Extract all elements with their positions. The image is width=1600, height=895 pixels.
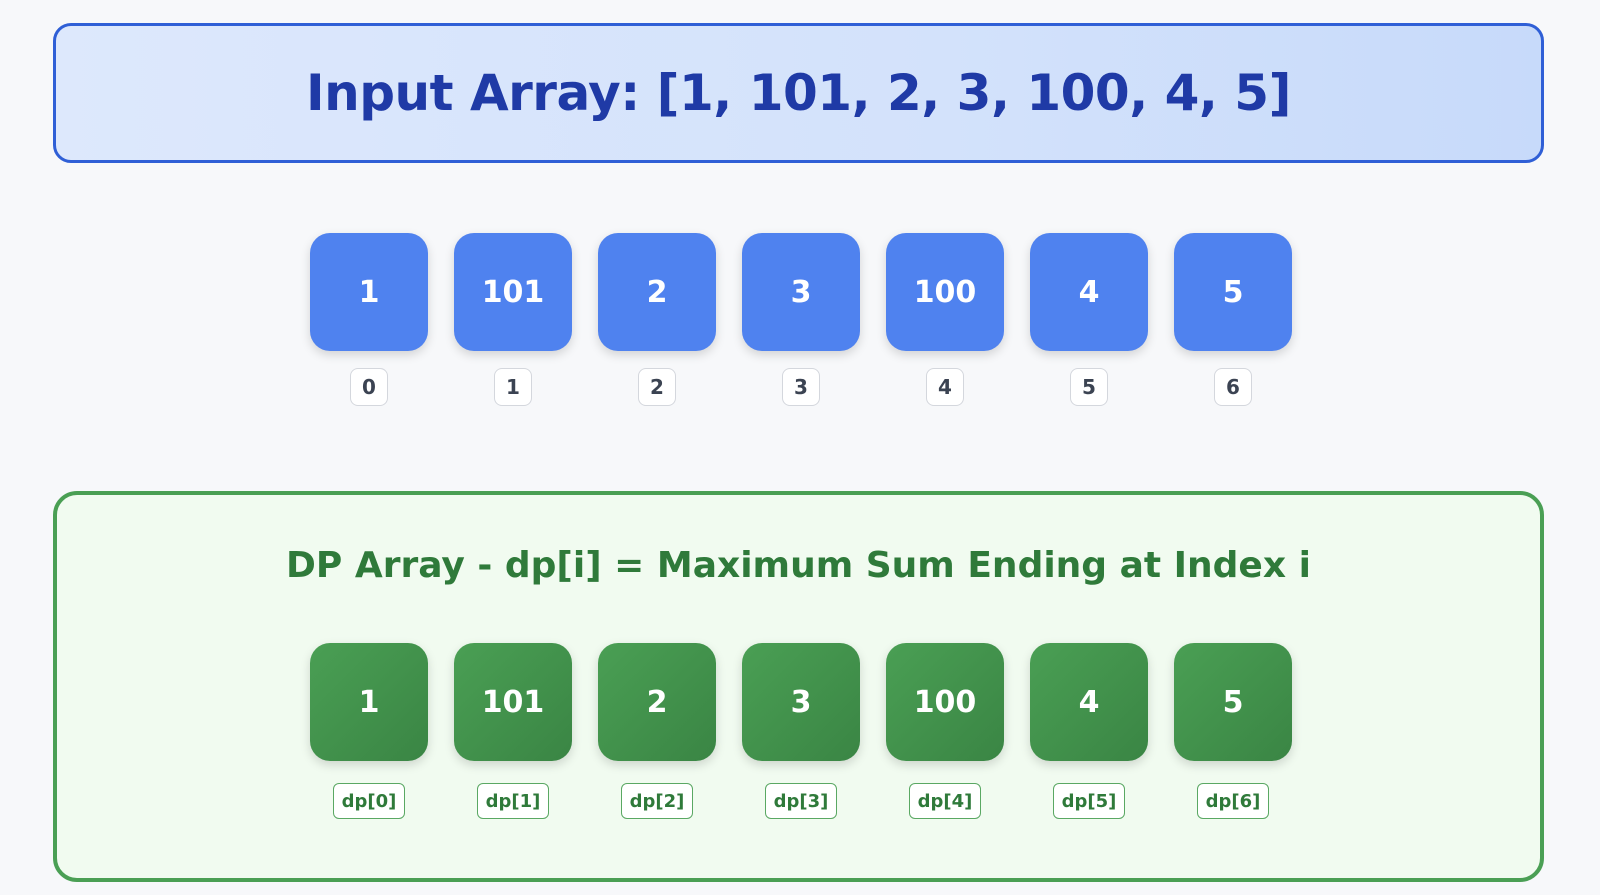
dp-index-label: dp[1] — [477, 783, 549, 819]
input-value-box: 4 — [1030, 233, 1148, 351]
index-badge: 5 — [1070, 368, 1108, 406]
dp-value-box: 101 — [454, 643, 572, 761]
dp-cell: 5 dp[6] — [1174, 643, 1292, 819]
input-value-box: 2 — [598, 233, 716, 351]
dp-cell: 100 dp[4] — [886, 643, 1004, 819]
input-cell: 4 5 — [1030, 233, 1148, 406]
input-cell: 1 0 — [310, 233, 428, 406]
dp-cell: 101 dp[1] — [454, 643, 572, 819]
input-array-row: 1 0 101 1 2 2 3 3 100 4 4 5 5 6 — [310, 233, 1292, 406]
index-badge: 4 — [926, 368, 964, 406]
input-cell: 101 1 — [454, 233, 572, 406]
input-value-box: 100 — [886, 233, 1004, 351]
index-badge: 1 — [494, 368, 532, 406]
dp-value-box: 4 — [1030, 643, 1148, 761]
index-badge: 3 — [782, 368, 820, 406]
input-value-box: 3 — [742, 233, 860, 351]
dp-index-label: dp[4] — [909, 783, 981, 819]
dp-index-label: dp[2] — [621, 783, 693, 819]
dp-value-box: 5 — [1174, 643, 1292, 761]
dp-cell: 2 dp[2] — [598, 643, 716, 819]
dp-index-label: dp[6] — [1197, 783, 1269, 819]
dp-cell: 4 dp[5] — [1030, 643, 1148, 819]
input-value-box: 5 — [1174, 233, 1292, 351]
input-array-title: Input Array: [1, 101, 2, 3, 100, 4, 5] — [306, 64, 1291, 122]
dp-cell: 1 dp[0] — [310, 643, 428, 819]
input-cell: 3 3 — [742, 233, 860, 406]
dp-value-box: 2 — [598, 643, 716, 761]
input-value-box: 101 — [454, 233, 572, 351]
dp-value-box: 1 — [310, 643, 428, 761]
dp-index-label: dp[0] — [333, 783, 405, 819]
index-badge: 0 — [350, 368, 388, 406]
index-badge: 2 — [638, 368, 676, 406]
dp-array-title: DP Array - dp[i] = Maximum Sum Ending at… — [286, 545, 1311, 586]
input-cell: 5 6 — [1174, 233, 1292, 406]
dp-value-box: 100 — [886, 643, 1004, 761]
dp-value-box: 3 — [742, 643, 860, 761]
dp-index-label: dp[3] — [765, 783, 837, 819]
index-badge: 6 — [1214, 368, 1252, 406]
input-cell: 100 4 — [886, 233, 1004, 406]
input-value-box: 1 — [310, 233, 428, 351]
dp-array-row: 1 dp[0] 101 dp[1] 2 dp[2] 3 dp[3] 100 dp… — [310, 643, 1292, 819]
dp-cell: 3 dp[3] — [742, 643, 860, 819]
dp-index-label: dp[5] — [1053, 783, 1125, 819]
input-array-header: Input Array: [1, 101, 2, 3, 100, 4, 5] — [53, 23, 1544, 163]
input-cell: 2 2 — [598, 233, 716, 406]
